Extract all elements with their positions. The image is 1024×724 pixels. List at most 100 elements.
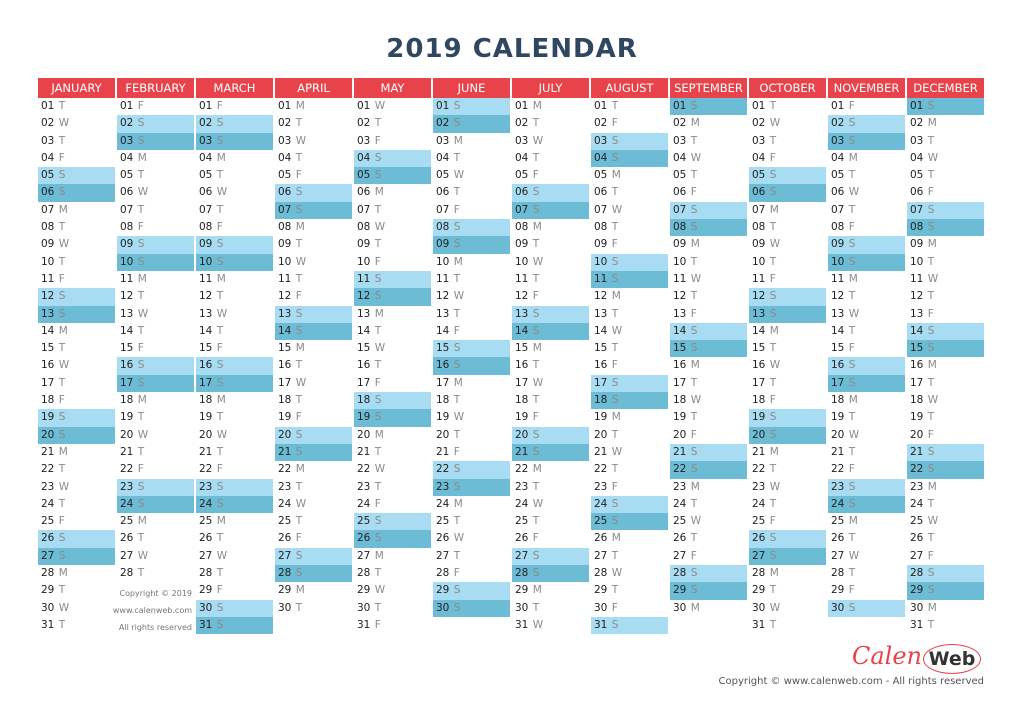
day-cell: 24 T (749, 496, 826, 513)
day-number: 07 (278, 203, 292, 216)
day-cell: 23 T (354, 479, 431, 496)
day-number: 30 (752, 601, 766, 614)
weekday-letter: T (766, 584, 777, 597)
weekday-letter: F (687, 186, 697, 199)
weekday-letter: W (687, 272, 702, 285)
day-cell: 30 W (749, 600, 826, 617)
day-number: 22 (673, 463, 687, 476)
day-number: 02 (120, 117, 134, 130)
weekday-letter: F (371, 255, 381, 268)
day-cell: 11 W (907, 271, 984, 288)
day-number: 18 (120, 394, 134, 407)
day-number: 31 (752, 618, 766, 631)
day-cell: 09 W (749, 236, 826, 253)
weekday-letter: F (845, 342, 855, 355)
weekday-letter: S (450, 221, 461, 234)
day-cell: 24 T (670, 496, 747, 513)
weekday-letter: W (924, 151, 939, 164)
day-cell: 20 F (670, 427, 747, 444)
weekday-letter: W (924, 394, 939, 407)
day-cell: 18 W (907, 392, 984, 409)
weekday-letter: F (529, 290, 539, 303)
day-cell: 13 T (433, 306, 510, 323)
day-number: 20 (594, 428, 608, 441)
day-number: 01 (752, 100, 766, 112)
day-number: 17 (120, 376, 134, 389)
day-number: 14 (278, 324, 292, 337)
day-number: 24 (515, 497, 529, 510)
day-number: 07 (515, 203, 529, 216)
weekday-letter: S (371, 169, 382, 182)
weekday-letter: T (55, 618, 66, 631)
day-number: 22 (278, 463, 292, 476)
weekday-letter: S (766, 186, 777, 199)
day-cell: 27 F (907, 548, 984, 565)
weekday-letter: S (845, 134, 856, 147)
day-number: 15 (910, 342, 924, 355)
month-header: NOVEMBER (828, 78, 905, 98)
day-cell: 12 M (591, 288, 668, 305)
month-column-october: OCTOBER 01 T 02 W 03 T 04 F 05 S 06 S 07 M 08 T0… (749, 78, 828, 634)
day-cell: 02 W (38, 115, 115, 132)
day-cell: 12 T (907, 288, 984, 305)
weekday-letter: S (371, 272, 382, 285)
day-number: 29 (831, 584, 845, 597)
day-cell: 08 F (117, 219, 194, 236)
day-number: 06 (831, 186, 845, 199)
weekday-letter: T (450, 186, 461, 199)
day-cell: 04 T (433, 150, 510, 167)
day-cell: 11 T (433, 271, 510, 288)
day-cell: 17 S (196, 374, 273, 393)
day-number: 15 (41, 342, 55, 355)
calenweb-logo[interactable]: Calen Web (852, 640, 984, 674)
day-number: 30 (436, 601, 450, 614)
weekday-letter: S (924, 445, 935, 458)
weekday-letter: F (529, 169, 539, 182)
weekday-letter: M (766, 445, 779, 458)
day-number: 10 (515, 255, 529, 268)
weekday-letter: T (450, 394, 461, 407)
day-cell: 05 W (433, 167, 510, 184)
day-cell: 11 M (117, 271, 194, 288)
day-cell: 04 W (907, 150, 984, 167)
month-header: AUGUST (591, 78, 668, 98)
day-number: 31 (515, 618, 529, 631)
day-cell: 10 W (275, 254, 352, 271)
weekday-letter: S (450, 342, 461, 355)
weekday-letter: T (687, 255, 698, 268)
day-cell: 30 T (354, 600, 431, 617)
day-number: 22 (594, 463, 608, 476)
day-number: 16 (515, 359, 529, 372)
day-cell: 02 S (828, 115, 905, 133)
day-cell: 02 S (117, 115, 194, 133)
day-number: 01 (357, 100, 371, 112)
day-cell: 23 M (907, 479, 984, 496)
day-cell: 17 S (117, 374, 194, 393)
day-number: 13 (357, 307, 371, 320)
day-number: 06 (594, 186, 608, 199)
day-cell: 15 M (275, 340, 352, 357)
day-cell: 17 S (828, 374, 905, 393)
day-cell: 17 T (38, 375, 115, 392)
weekday-letter: S (924, 463, 935, 476)
day-number: 30 (357, 601, 371, 614)
weekday-letter: T (766, 342, 777, 355)
day-cell: 30 M (907, 600, 984, 617)
footer-copyright: Copyright © www.calenweb.com - All right… (718, 676, 985, 687)
day-number: 16 (278, 359, 292, 372)
weekday-letter: T (687, 134, 698, 147)
day-number: 20 (41, 428, 55, 441)
day-number: 22 (41, 463, 55, 476)
day-cell: 06 S (749, 184, 826, 202)
weekday-letter: T (608, 549, 619, 562)
day-number: 16 (199, 359, 213, 372)
day-number: 21 (594, 445, 608, 458)
weekday-letter: F (924, 549, 934, 562)
day-number: 29 (594, 584, 608, 597)
day-cell: 22 M (275, 461, 352, 478)
weekday-letter: M (845, 515, 858, 528)
day-number: 18 (515, 394, 529, 407)
day-cell: 12 F (512, 288, 589, 305)
weekday-letter: S (213, 618, 224, 631)
day-cell: 21 S (670, 443, 747, 462)
